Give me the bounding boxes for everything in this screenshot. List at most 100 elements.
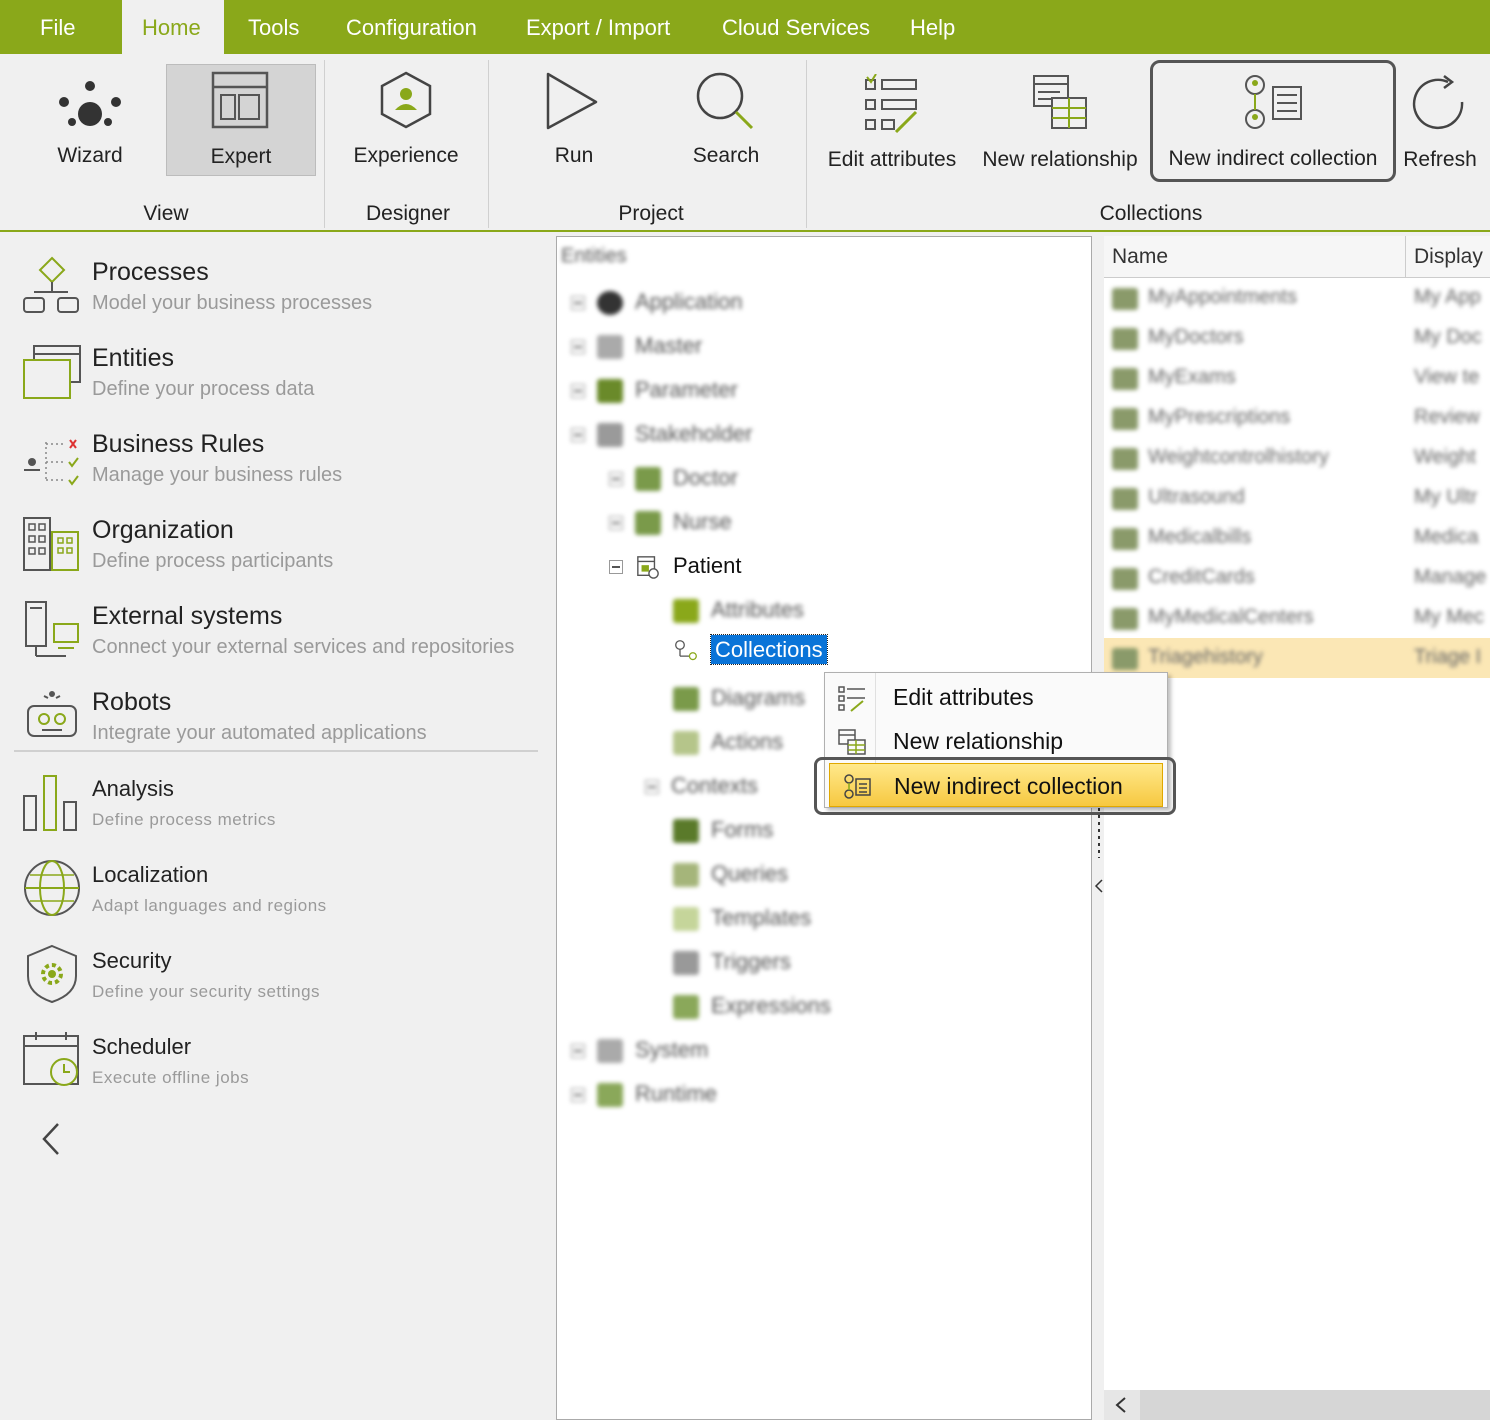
runtime-icon bbox=[597, 1083, 623, 1108]
nav-desc: Model your business processes bbox=[92, 292, 373, 314]
nav-desc: Integrate your automated applications bbox=[92, 722, 427, 744]
organization-icon bbox=[23, 517, 79, 571]
tree-node[interactable]: Attributes bbox=[673, 597, 804, 624]
scroll-left-icon[interactable] bbox=[1114, 1396, 1128, 1414]
table-row[interactable]: Ultrasound My Ultr bbox=[1104, 478, 1490, 518]
nav-item-localization[interactable]: Localization Adapt languages and regions bbox=[0, 842, 552, 928]
nurse-icon bbox=[635, 511, 661, 536]
context-edit-attributes[interactable]: Edit attributes bbox=[825, 675, 1167, 719]
search-button[interactable]: Search bbox=[676, 64, 776, 176]
table-row[interactable]: MyAppointments My App bbox=[1104, 278, 1490, 318]
collection-row-icon bbox=[1112, 448, 1138, 470]
new-relationship-button[interactable]: New relationship bbox=[974, 64, 1146, 180]
column-header-display[interactable]: Display bbox=[1406, 236, 1490, 278]
tree-node[interactable]: Forms bbox=[673, 817, 773, 844]
edit-attributes-button[interactable]: Edit attributes bbox=[818, 64, 966, 180]
tree-node[interactable]: Stakeholder bbox=[571, 421, 752, 448]
tree-node[interactable]: Application bbox=[571, 289, 743, 316]
table-row[interactable]: MyMedicalCenters My Mec bbox=[1104, 598, 1490, 638]
run-button[interactable]: Run bbox=[524, 64, 624, 176]
menu-file[interactable]: File bbox=[20, 0, 95, 54]
tree-node[interactable]: Doctor bbox=[609, 465, 738, 492]
ribbon-separator bbox=[488, 60, 489, 228]
expander-icon[interactable] bbox=[609, 516, 623, 531]
expander-icon[interactable] bbox=[571, 1088, 585, 1103]
templates-icon bbox=[673, 907, 699, 932]
forms-icon bbox=[673, 819, 699, 844]
scrollbar-thumb[interactable] bbox=[1140, 1390, 1490, 1420]
table-row[interactable]: MyDoctors My Doc bbox=[1104, 318, 1490, 358]
menu-tools[interactable]: Tools bbox=[228, 0, 319, 54]
tree-node[interactable]: Parameter bbox=[571, 377, 738, 404]
chevron-left-icon[interactable] bbox=[38, 1120, 66, 1158]
tree-node-collections[interactable]: Collections bbox=[673, 634, 828, 665]
diagrams-icon bbox=[673, 687, 699, 712]
refresh-button[interactable]: Refresh bbox=[1398, 64, 1482, 180]
expander-icon[interactable] bbox=[571, 296, 585, 311]
tree-node[interactable]: Master bbox=[571, 333, 702, 360]
tree-node[interactable]: Expressions bbox=[673, 993, 831, 1020]
menu-help[interactable]: Help bbox=[890, 0, 975, 54]
menu-export-import[interactable]: Export / Import bbox=[506, 0, 690, 54]
table-row[interactable]: MyExams View te bbox=[1104, 358, 1490, 398]
ribbon: Wizard Expert Experience Run Search Edit… bbox=[0, 54, 1490, 232]
collection-row-icon bbox=[1112, 288, 1138, 310]
panel-splitter[interactable] bbox=[1092, 236, 1104, 1420]
expander-icon[interactable] bbox=[571, 1044, 585, 1059]
edit-attributes-label: Edit attributes bbox=[827, 148, 957, 171]
system-icon bbox=[597, 1039, 623, 1064]
expander-icon[interactable] bbox=[609, 560, 623, 575]
nav-item-security[interactable]: Security Define your security settings bbox=[0, 928, 552, 1014]
group-label-project: Project bbox=[618, 202, 684, 225]
tree-node[interactable]: Diagrams bbox=[673, 685, 805, 712]
expander-icon[interactable] bbox=[571, 428, 585, 443]
tree-node[interactable]: Triggers bbox=[673, 949, 791, 976]
row-display: My App bbox=[1414, 286, 1481, 308]
tree-node[interactable]: Actions bbox=[673, 729, 783, 756]
nav-item-analysis[interactable]: Analysis Define process metrics bbox=[0, 756, 552, 842]
tree-node[interactable]: Templates bbox=[673, 905, 811, 932]
left-navigation: Processes Model your business processes … bbox=[0, 234, 552, 1420]
horizontal-scrollbar[interactable] bbox=[1104, 1390, 1490, 1420]
tree-node[interactable]: Runtime bbox=[571, 1081, 717, 1108]
nav-item-organization[interactable]: Organization Define process participants bbox=[0, 498, 552, 584]
tree-node[interactable]: System bbox=[571, 1037, 708, 1064]
expert-button[interactable]: Expert bbox=[166, 64, 316, 176]
stakeholder-icon bbox=[597, 423, 623, 448]
experience-button[interactable]: Experience bbox=[344, 64, 468, 176]
nav-item-scheduler[interactable]: Scheduler Execute offline jobs bbox=[0, 1014, 552, 1100]
menu-home[interactable]: Home bbox=[122, 0, 224, 54]
row-display: My Doc bbox=[1414, 326, 1482, 348]
expander-icon[interactable] bbox=[571, 340, 585, 355]
table-row[interactable]: Medicalbills Medica bbox=[1104, 518, 1490, 558]
menu-bar: File Home Tools Configuration Export / I… bbox=[0, 0, 1490, 54]
nav-title: Processes bbox=[92, 258, 209, 286]
expert-view-icon bbox=[211, 71, 269, 129]
tree-node[interactable]: Nurse bbox=[609, 509, 732, 536]
nav-desc: Define process metrics bbox=[92, 810, 276, 829]
nav-item-entities[interactable]: Entities Define your process data bbox=[0, 326, 552, 412]
row-name: Weightcontrolhistory bbox=[1148, 446, 1329, 468]
nav-item-processes[interactable]: Processes Model your business processes bbox=[0, 240, 552, 326]
expander-icon[interactable] bbox=[571, 384, 585, 399]
column-header-name[interactable]: Name bbox=[1104, 236, 1406, 278]
nav-item-robots[interactable]: Robots Integrate your automated applicat… bbox=[0, 670, 552, 756]
new-indirect-collection-button[interactable]: New indirect collection bbox=[1150, 60, 1396, 182]
wizard-button[interactable]: Wizard bbox=[40, 64, 140, 176]
patient-entity-icon bbox=[637, 556, 659, 579]
menu-cloud-services[interactable]: Cloud Services bbox=[702, 0, 890, 54]
expander-icon[interactable] bbox=[645, 780, 659, 795]
table-row[interactable]: CreditCards Manage bbox=[1104, 558, 1490, 598]
table-row[interactable]: Weightcontrolhistory Weight bbox=[1104, 438, 1490, 478]
table-row[interactable]: MyPrescriptions Review bbox=[1104, 398, 1490, 438]
tree-node-patient[interactable]: Patient bbox=[609, 553, 742, 579]
nav-title: Entities bbox=[92, 344, 174, 372]
nav-item-external-systems[interactable]: External systems Connect your external s… bbox=[0, 584, 552, 670]
menu-configuration[interactable]: Configuration bbox=[326, 0, 497, 54]
nav-item-business-rules[interactable]: Business Rules Manage your business rule… bbox=[0, 412, 552, 498]
tree-node[interactable]: Contexts bbox=[645, 773, 758, 799]
expander-icon[interactable] bbox=[609, 472, 623, 487]
new-indirect-collection-label: New indirect collection bbox=[1168, 147, 1378, 170]
edit-attributes-icon bbox=[838, 686, 865, 712]
tree-node[interactable]: Queries bbox=[673, 861, 788, 888]
